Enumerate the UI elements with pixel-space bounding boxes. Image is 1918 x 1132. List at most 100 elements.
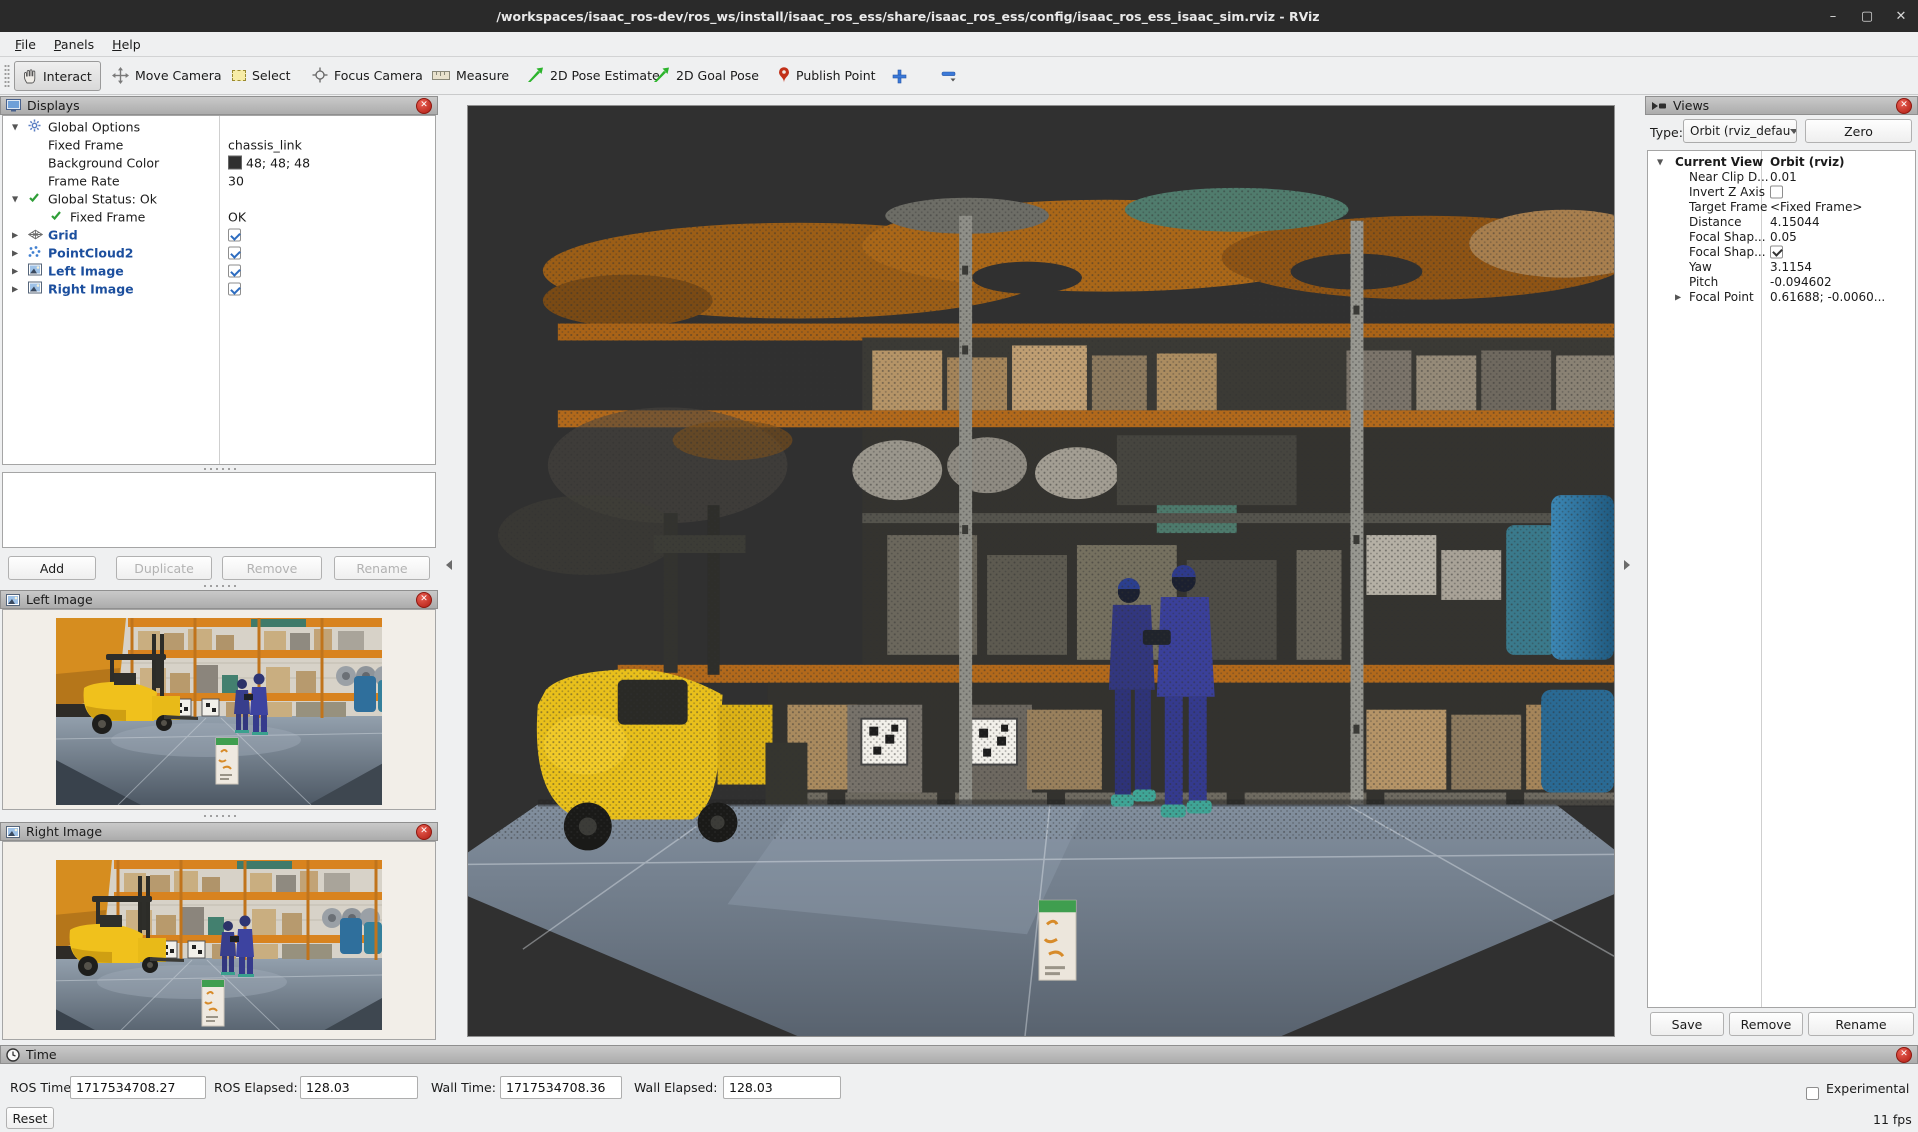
views-panel-header[interactable]: Views ✕ (1645, 96, 1918, 115)
tree-row-fixed-frame[interactable]: Fixed Frame chassis_link (4, 136, 434, 154)
views-row-current-view[interactable]: ▼ Current View Orbit (rviz) (1649, 154, 1914, 169)
property-value[interactable]: 48; 48; 48 (228, 156, 310, 171)
wall-elapsed-input[interactable] (723, 1076, 841, 1099)
property-value[interactable]: 0.61688; -0.0060... (1770, 290, 1885, 304)
display-name: Left Image (48, 264, 124, 279)
interact-tool-button[interactable]: Interact (14, 61, 101, 91)
expander-right-icon[interactable]: ▶ (12, 249, 18, 258)
tree-row-pointcloud2[interactable]: ▶ PointCloud2 (4, 244, 434, 262)
enabled-checkbox[interactable] (228, 229, 241, 242)
plus-icon (892, 69, 907, 84)
close-icon[interactable]: ✕ (1896, 1047, 1912, 1063)
ros-time-input[interactable] (70, 1076, 206, 1099)
render-viewport[interactable] (467, 105, 1615, 1037)
focus-camera-tool-button[interactable]: Focus Camera (304, 61, 431, 89)
views-row-invert-z[interactable]: Invert Z Axis (1649, 184, 1914, 199)
displays-panel-header[interactable]: Displays ✕ (0, 96, 438, 115)
toolbar-grip[interactable] (4, 64, 10, 88)
expander-right-icon[interactable]: ▶ (1675, 292, 1681, 301)
menu-help[interactable]: Help (103, 34, 150, 55)
publish-point-tool-button[interactable]: Publish Point (770, 61, 884, 89)
close-icon[interactable]: ✕ (416, 824, 432, 840)
move-camera-tool-button[interactable]: Move Camera (104, 61, 230, 89)
splitter-handle[interactable] (202, 467, 236, 471)
splitter-handle[interactable] (202, 814, 236, 818)
display-description-box (2, 472, 436, 548)
displays-tree[interactable]: ▼ Global Options Fixed Frame chassis_lin… (2, 115, 436, 465)
views-tree[interactable]: ▼ Current View Orbit (rviz) Near Clip D.… (1647, 150, 1916, 1008)
time-panel-header[interactable]: Time ✕ (0, 1045, 1918, 1064)
right-image-panel-header[interactable]: Right Image ✕ (0, 822, 438, 841)
remove-display-button[interactable]: Remove (222, 556, 322, 580)
tree-row-grid[interactable]: ▶ Grid (4, 226, 434, 244)
save-view-button[interactable]: Save (1650, 1012, 1724, 1036)
close-icon[interactable]: ✕ (1896, 98, 1912, 114)
views-row-focal-shape-size[interactable]: Focal Shap... 0.05 (1649, 229, 1914, 244)
views-row-focal-shape-fixed[interactable]: Focal Shap... (1649, 244, 1914, 259)
views-row-near-clip[interactable]: Near Clip D... 0.01 (1649, 169, 1914, 184)
close-icon[interactable]: ✕ (416, 592, 432, 608)
property-value[interactable]: -0.094602 (1770, 275, 1832, 289)
collapse-left-panel-handle[interactable] (446, 560, 452, 570)
views-row-yaw[interactable]: Yaw 3.1154 (1649, 259, 1914, 274)
select-tool-button[interactable]: Select (224, 61, 299, 89)
reset-button[interactable]: Reset (6, 1107, 54, 1129)
menu-file[interactable]: File (6, 34, 45, 55)
tree-row-frame-rate[interactable]: Frame Rate 30 (4, 172, 434, 190)
duplicate-display-button[interactable]: Duplicate (116, 556, 212, 580)
property-value[interactable]: 4.15044 (1770, 215, 1820, 229)
property-value[interactable]: 0.01 (1770, 170, 1797, 184)
property-value[interactable]: 0.05 (1770, 230, 1797, 244)
property-value[interactable]: <Fixed Frame> (1770, 200, 1862, 214)
property-label: Global Status: Ok (48, 192, 157, 207)
rename-display-button[interactable]: Rename (334, 556, 430, 580)
wall-time-input[interactable] (500, 1076, 622, 1099)
tree-row-background-color[interactable]: Background Color 48; 48; 48 (4, 154, 434, 172)
add-display-button[interactable]: Add (8, 556, 96, 580)
close-window-button[interactable]: ✕ (1884, 0, 1918, 32)
expander-right-icon[interactable]: ▶ (12, 285, 18, 294)
focal-shape-checkbox[interactable] (1770, 245, 1783, 258)
goal-pose-tool-button[interactable]: 2D Goal Pose (645, 61, 767, 89)
add-tool-button[interactable] (886, 64, 912, 88)
remove-view-button[interactable]: Remove (1729, 1012, 1803, 1036)
minimize-button[interactable]: – (1816, 0, 1850, 32)
expander-down-icon[interactable]: ▼ (1657, 157, 1663, 166)
experimental-checkbox[interactable] (1806, 1087, 1819, 1100)
remove-tool-button[interactable] (936, 64, 962, 88)
views-row-pitch[interactable]: Pitch -0.094602 (1649, 274, 1914, 289)
left-image-panel-header[interactable]: Left Image ✕ (0, 590, 438, 609)
splitter-handle[interactable] (202, 584, 236, 588)
measure-tool-button[interactable]: Measure (424, 61, 517, 89)
enabled-checkbox[interactable] (228, 283, 241, 296)
expander-right-icon[interactable]: ▶ (12, 231, 18, 240)
menu-panels[interactable]: Panels (45, 34, 103, 55)
collapse-right-panel-handle[interactable] (1624, 560, 1630, 570)
ros-elapsed-input[interactable] (300, 1076, 418, 1099)
enabled-checkbox[interactable] (228, 247, 241, 260)
tree-row-status-fixed-frame[interactable]: Fixed Frame OK (4, 208, 434, 226)
property-value[interactable]: chassis_link (228, 138, 302, 153)
close-icon[interactable]: ✕ (416, 98, 432, 114)
image-icon (6, 826, 20, 838)
zero-view-button[interactable]: Zero (1805, 119, 1912, 143)
tree-row-global-options[interactable]: ▼ Global Options (4, 118, 434, 136)
expander-right-icon[interactable]: ▶ (12, 267, 18, 276)
expander-down-icon[interactable]: ▼ (12, 195, 18, 204)
expander-down-icon[interactable]: ▼ (12, 123, 18, 132)
rename-view-button[interactable]: Rename (1808, 1012, 1914, 1036)
views-row-distance[interactable]: Distance 4.15044 (1649, 214, 1914, 229)
property-value[interactable]: 30 (228, 174, 244, 189)
tree-row-right-image[interactable]: ▶ Right Image (4, 280, 434, 298)
property-value[interactable]: 3.1154 (1770, 260, 1812, 274)
view-type-dropdown[interactable]: Orbit (rviz_defau (1683, 119, 1797, 143)
maximize-button[interactable]: ▢ (1850, 0, 1884, 32)
displays-icon (6, 99, 21, 112)
enabled-checkbox[interactable] (228, 265, 241, 278)
invert-z-checkbox[interactable] (1770, 185, 1783, 198)
views-row-target-frame[interactable]: Target Frame <Fixed Frame> (1649, 199, 1914, 214)
display-name: Right Image (48, 282, 134, 297)
views-row-focal-point[interactable]: ▶ Focal Point 0.61688; -0.0060... (1649, 289, 1914, 304)
tree-row-left-image[interactable]: ▶ Left Image (4, 262, 434, 280)
tree-row-global-status[interactable]: ▼ Global Status: Ok (4, 190, 434, 208)
